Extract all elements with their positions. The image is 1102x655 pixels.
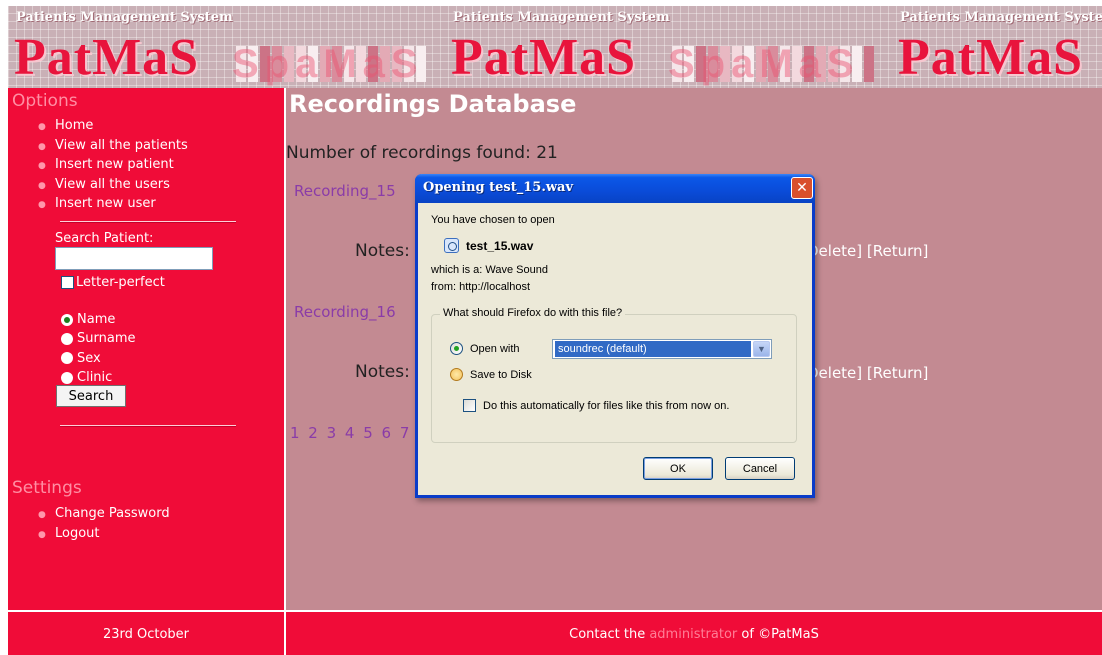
letter-perfect-checkbox[interactable] xyxy=(61,276,74,289)
letter-perfect-option[interactable]: Letter-perfect xyxy=(61,275,165,290)
file-row: test_15.wav xyxy=(444,238,533,253)
file-source: from: http://localhost xyxy=(431,281,531,293)
divider xyxy=(60,221,236,223)
nav-item-home[interactable]: ● Home xyxy=(38,116,188,136)
dialog-titlebar[interactable]: Opening test_15.wav ✕ xyxy=(415,174,815,203)
pagination[interactable]: 1 2 3 4 5 6 7 xyxy=(290,424,411,442)
radio-option-surname[interactable]: Surname xyxy=(61,329,135,348)
nav-item-label: Logout xyxy=(55,525,100,541)
nav-item-label: Change Password xyxy=(55,506,170,521)
bullet-icon: ● xyxy=(38,141,46,152)
banner-caption: Patients Management System xyxy=(453,10,670,25)
mosaic-cell xyxy=(864,46,874,82)
open-with-select[interactable]: soundrec (default) ▼ xyxy=(552,339,772,359)
radio-button[interactable] xyxy=(61,352,73,365)
nav-item-label: Insert new patient xyxy=(55,157,174,172)
site-banner: Patients Management System PatMaS SpaMaS… xyxy=(8,6,1102,88)
radio-label: Surname xyxy=(77,331,136,347)
bullet-icon: ● xyxy=(38,510,46,520)
footer-date: 23rd October xyxy=(8,612,284,655)
radio-label: Sex xyxy=(77,350,101,366)
dialog-title: Opening test_15.wav xyxy=(423,180,574,195)
auto-checkbox[interactable] xyxy=(463,399,476,412)
radio-option-name[interactable]: Name xyxy=(61,310,135,329)
file-name: test_15.wav xyxy=(466,238,534,253)
banner-caption: Patients Management System xyxy=(900,10,1102,25)
footer-contact: Contact the administrator of ©PatMaS xyxy=(286,612,1102,655)
auto-label: Do this automatically for files like thi… xyxy=(483,399,730,412)
options-heading: Options xyxy=(12,91,78,111)
auto-option[interactable]: Do this automatically for files like thi… xyxy=(463,399,729,412)
sidebar: Options ● Home ● View all the patients ● In… xyxy=(8,88,284,610)
nav-item-insert-user[interactable]: ● Insert new user xyxy=(38,194,188,214)
options-nav: ● Home ● View all the patients ● Insert new… xyxy=(38,116,188,214)
nav-item-change-password[interactable]: ● Change Password xyxy=(38,504,170,524)
recording-link[interactable]: Recording_16 xyxy=(294,303,396,321)
banner-ghost-text: SpaMaS xyxy=(668,42,860,86)
chevron-down-icon[interactable]: ▼ xyxy=(753,341,770,357)
bullet-icon: ● xyxy=(38,200,46,210)
recording-notes-label: Notes: xyxy=(355,362,410,382)
search-patient-label: Search Patient: xyxy=(55,231,154,246)
footer-contact-suffix: of ©PatMaS xyxy=(741,627,819,642)
ok-button[interactable]: OK xyxy=(643,457,713,480)
groupbox-label: What should Firefox do with this file? xyxy=(440,307,626,319)
bullet-icon: ● xyxy=(38,161,46,171)
recording-link[interactable]: Recording_15 xyxy=(294,182,396,200)
open-with-option[interactable]: Open with xyxy=(450,342,520,355)
bullet-icon: ● xyxy=(38,122,46,132)
page-title: Recordings Database xyxy=(289,90,577,118)
cancel-button[interactable]: Cancel xyxy=(725,457,795,480)
nav-item-view-users[interactable]: ● View all the users xyxy=(38,175,188,195)
search-field-radio-group: Name Surname Sex Clinic xyxy=(61,310,135,387)
open-with-selected-value: soundrec (default) xyxy=(555,341,751,357)
recording-actions[interactable]: Delete] [Return] xyxy=(807,364,928,382)
bullet-icon: ● xyxy=(38,180,46,191)
open-with-radio[interactable] xyxy=(450,342,463,355)
recordings-count: Number of recordings found: 21 xyxy=(286,143,558,163)
banner-ghost-text: SpaMaS xyxy=(232,42,424,86)
banner-logo: PatMaS xyxy=(451,29,637,86)
nav-item-label: View all the patients xyxy=(55,137,188,153)
administrator-link[interactable]: administrator xyxy=(649,627,737,642)
save-to-disk-radio[interactable] xyxy=(450,368,463,381)
radio-button[interactable] xyxy=(61,313,73,326)
nav-item-label: View all the users xyxy=(55,176,170,192)
dialog-intro: You have chosen to open xyxy=(431,214,555,226)
save-to-disk-option[interactable]: Save to Disk xyxy=(450,368,532,381)
bullet-icon: ● xyxy=(38,529,46,540)
search-button[interactable]: Search xyxy=(56,385,126,407)
radio-option-sex[interactable]: Sex xyxy=(61,349,135,368)
banner-logo: PatMaS xyxy=(898,29,1084,86)
nav-item-label: Insert new user xyxy=(55,196,156,211)
banner-caption: Patients Management System xyxy=(16,10,233,25)
recording-actions[interactable]: Delete] [Return] xyxy=(807,242,928,260)
radio-button[interactable] xyxy=(61,371,73,384)
radio-button[interactable] xyxy=(61,332,73,345)
open-file-dialog: Opening test_15.wav ✕ You have chosen to… xyxy=(415,174,815,498)
radio-label: Name xyxy=(77,312,116,328)
nav-item-view-patients[interactable]: ● View all the patients xyxy=(38,136,188,156)
banner-logo: PatMaS xyxy=(14,29,200,86)
nav-item-label: Home xyxy=(55,118,94,133)
search-patient-input[interactable] xyxy=(55,247,213,270)
recording-notes-label: Notes: xyxy=(355,241,410,261)
nav-item-insert-patient[interactable]: ● Insert new patient xyxy=(38,155,188,175)
close-icon[interactable]: ✕ xyxy=(791,177,813,199)
settings-nav: ● Change Password ● Logout xyxy=(38,504,170,543)
divider xyxy=(60,425,236,427)
wave-sound-file-icon xyxy=(444,238,459,253)
letter-perfect-label: Letter-perfect xyxy=(76,275,165,290)
nav-item-logout[interactable]: ● Logout xyxy=(38,524,170,544)
settings-heading: Settings xyxy=(12,478,82,498)
open-with-label: Open with xyxy=(470,342,520,355)
file-type: which is a: Wave Sound xyxy=(431,264,548,276)
save-to-disk-label: Save to Disk xyxy=(470,368,532,381)
footer-contact-prefix: Contact the xyxy=(569,627,646,642)
